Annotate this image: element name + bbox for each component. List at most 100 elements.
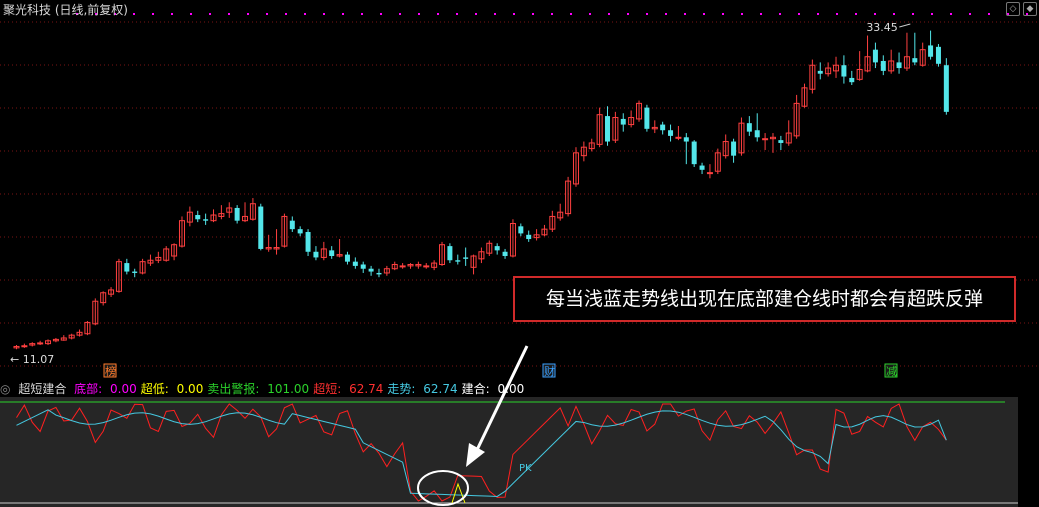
candle-body: [935, 46, 941, 64]
indicator-item-label: 超低:: [140, 382, 169, 396]
annotation-box: 每当浅蓝走势线出现在底部建仓线时都会有超跌反弹: [513, 276, 1016, 322]
candle-body: [880, 60, 886, 71]
indicator-item-value: 0.00: [172, 382, 204, 396]
indicator-item-label: 底部:: [74, 382, 103, 396]
indicator-header: ◎ 超短建合 底部: 0.00 超低: 0.00 卖出警报: 101.00 超短: 6…: [0, 380, 1039, 397]
candle-body: [912, 58, 918, 63]
marker-dot: [342, 13, 344, 15]
high-pointer: [899, 23, 911, 28]
candle-body: [502, 251, 508, 257]
marker-dot: [209, 13, 211, 15]
candle-body: [620, 118, 626, 125]
indicator-item: 走势: 62.74: [387, 382, 457, 396]
indicator-item-label: 超短:: [313, 382, 342, 396]
event-marker-label: 财: [544, 364, 555, 378]
candle-body: [644, 107, 650, 129]
marker-dot: [475, 13, 477, 15]
candle-body: [896, 62, 902, 69]
candle-body: [376, 272, 382, 275]
indicator-item: 超低: 0.00: [141, 382, 204, 396]
marker-dot: [247, 13, 249, 15]
indicator-toggle-icon[interactable]: ◎: [0, 382, 10, 396]
indicator-name[interactable]: 超短建合: [18, 382, 66, 396]
candle-body: [447, 246, 453, 261]
candle-body: [297, 229, 303, 234]
marker-dot: [817, 13, 819, 15]
candle-body: [817, 70, 823, 74]
pk-label: PK: [519, 463, 532, 474]
indicator-item-label: 走势:: [387, 382, 416, 396]
candle-body: [494, 246, 500, 251]
marker-dot: [722, 13, 724, 15]
marker-dot: [152, 13, 154, 15]
expand-icon[interactable]: ◆: [1023, 2, 1037, 16]
candle-body: [258, 206, 264, 249]
candle-body: [691, 141, 697, 165]
marker-dot: [399, 13, 401, 15]
marker-dot: [380, 13, 382, 15]
marker-dot: [513, 13, 515, 15]
marker-dot: [950, 13, 952, 15]
indicator-item-label: 卖出警报:: [207, 382, 260, 396]
marker-dot: [646, 13, 648, 15]
marker-dot: [456, 13, 458, 15]
candle-body: [344, 254, 350, 262]
candle-body: [746, 123, 752, 132]
candle-body: [668, 130, 674, 136]
candle-body: [234, 207, 240, 221]
marker-dot: [589, 13, 591, 15]
candle-body: [660, 124, 666, 131]
candle-body: [943, 65, 949, 112]
top-marker-dots: [76, 13, 1028, 15]
marker-dot: [285, 13, 287, 15]
collapse-icon[interactable]: ◇: [1006, 2, 1020, 16]
event-marker-label: 榜: [105, 364, 116, 378]
marker-dot: [741, 13, 743, 15]
candle-body: [329, 250, 335, 257]
marker-dot: [931, 13, 933, 15]
candle-body: [778, 140, 784, 143]
candle-body: [203, 219, 209, 221]
candle-body: [360, 264, 366, 269]
marker-dot: [779, 13, 781, 15]
candle-body: [37, 342, 44, 345]
marker-dot: [133, 13, 135, 15]
marker-dot: [969, 13, 971, 15]
marker-dot: [532, 13, 534, 15]
marker-dot: [893, 13, 895, 15]
indicator-item: 卖出警报: 101.00: [207, 382, 309, 396]
candle-body: [195, 215, 201, 220]
indicator-item-value: 62.74: [419, 382, 458, 396]
candle-body: [762, 138, 769, 141]
marker-dot: [988, 13, 990, 15]
high-price-label: 33.45: [866, 21, 898, 34]
marker-dot: [874, 13, 876, 15]
candle-body: [124, 263, 130, 272]
marker-dot: [190, 13, 192, 15]
indicator-item-value: 62.74: [345, 382, 384, 396]
candle-body: [849, 77, 855, 83]
marker-dot: [570, 13, 572, 15]
event-marker-label: 减: [886, 365, 897, 378]
indicator-item: 底部: 0.00: [74, 382, 137, 396]
marker-dot: [304, 13, 306, 15]
candle-body: [289, 220, 295, 230]
candle-body: [683, 137, 689, 142]
candle-body: [706, 172, 713, 175]
indicator-item-value: 0.00: [493, 382, 525, 396]
marker-dot: [551, 13, 553, 15]
indicator-item: 超短: 62.74: [313, 382, 383, 396]
marker-dot: [684, 13, 686, 15]
candle-body: [352, 261, 358, 266]
marker-dot: [627, 13, 629, 15]
marker-dot: [228, 13, 230, 15]
marker-dot: [266, 13, 268, 15]
indicator-item-value: 0.00: [106, 382, 137, 396]
candle-body: [872, 49, 878, 63]
candle-body: [675, 136, 682, 139]
indicator-item-value: 101.00: [263, 382, 310, 396]
candle-body: [132, 271, 138, 273]
candle-body: [423, 265, 430, 268]
marker-dot: [171, 13, 173, 15]
candle-body: [699, 165, 705, 170]
